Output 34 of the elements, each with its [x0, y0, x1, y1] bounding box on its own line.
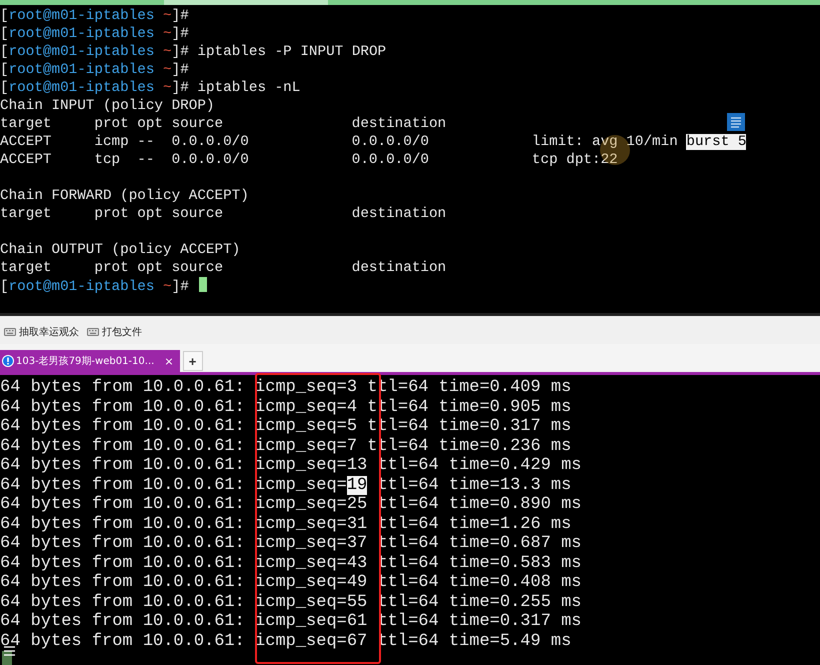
session-tab[interactable]: 103-老男孩79期-web01-10... × — [0, 350, 180, 372]
keyboard-icon — [4, 328, 16, 336]
toolbar-button[interactable]: 打包文件 — [87, 325, 142, 339]
terminal-line: Chain FORWARD (policy ACCEPT) — [0, 187, 249, 205]
terminal-line: ACCEPT tcp -- 0.0.0.0/0 0.0.0.0/0 tcp dpt:22 — [0, 151, 618, 169]
terminal-line: 64 bytes from 10.0.0.61: icmp_seq=31 ttl=64 time=1.26 ms — [0, 514, 572, 534]
terminal-line: target prot opt source destination — [0, 205, 446, 223]
toolbar-button[interactable]: 抽取幸运观众 — [4, 325, 79, 339]
terminal-line: [root@m01-iptables ~]# — [0, 25, 189, 43]
terminal-line: 64 bytes from 10.0.0.61: icmp_seq=37 ttl=64 time=0.687 ms — [0, 534, 582, 554]
terminal-line: 64 bytes from 10.0.0.61: icmp_seq=67 ttl=64 time=5.49 ms — [0, 632, 572, 651]
terminal-line: 64 bytes from 10.0.0.61: icmp_seq=49 ttl=64 time=0.408 ms — [0, 573, 582, 592]
terminal-line: Chain OUTPUT (policy ACCEPT) — [0, 241, 240, 259]
document-icon — [727, 113, 745, 131]
terminal-line: 64 bytes from 10.0.0.61: icmp_seq=19 ttl=64 time=13.3 ms — [0, 476, 572, 495]
terminal-line: 64 bytes from 10.0.0.61: icmp_seq=55 ttl=64 time=0.255 ms — [0, 592, 582, 612]
terminal-line: 64 bytes from 10.0.0.61: icmp_seq=25 ttl=64 time=0.890 ms — [0, 495, 582, 514]
new-tab-button[interactable]: + — [182, 351, 203, 371]
terminal-line: target prot opt source destination — [0, 115, 446, 133]
list-icon — [2, 645, 16, 665]
terminal-line: [root@m01-iptables ~]# iptables -P INPUT DROP — [0, 43, 386, 61]
close-icon[interactable]: × — [164, 354, 174, 368]
terminal-line: ACCEPT icmp -- 0.0.0.0/0 0.0.0.0/0 limit: avg 10/min burst 5 — [0, 133, 746, 151]
terminal-line: [root@m01-iptables ~]# — [0, 7, 189, 25]
terminal-line: 64 bytes from 10.0.0.61: icmp_seq=61 ttl=64 time=0.317 ms — [0, 612, 582, 632]
keyboard-icon — [87, 328, 99, 336]
terminal-line: 64 bytes from 10.0.0.61: icmp_seq=13 ttl=64 time=0.429 ms — [0, 456, 582, 476]
info-icon — [2, 355, 14, 367]
terminal-line: 64 bytes from 10.0.0.61: icmp_seq=43 ttl=64 time=0.583 ms — [0, 554, 582, 573]
terminal-line: [root@m01-iptables ~]# — [0, 61, 189, 79]
terminal-line: [root@m01-iptables ~]# iptables -nL — [0, 79, 300, 97]
terminal-line: target prot opt source destination — [0, 259, 446, 277]
terminal-line: [root@m01-iptables ~]# — [0, 277, 207, 295]
terminal-line: Chain INPUT (policy DROP) — [0, 97, 214, 115]
